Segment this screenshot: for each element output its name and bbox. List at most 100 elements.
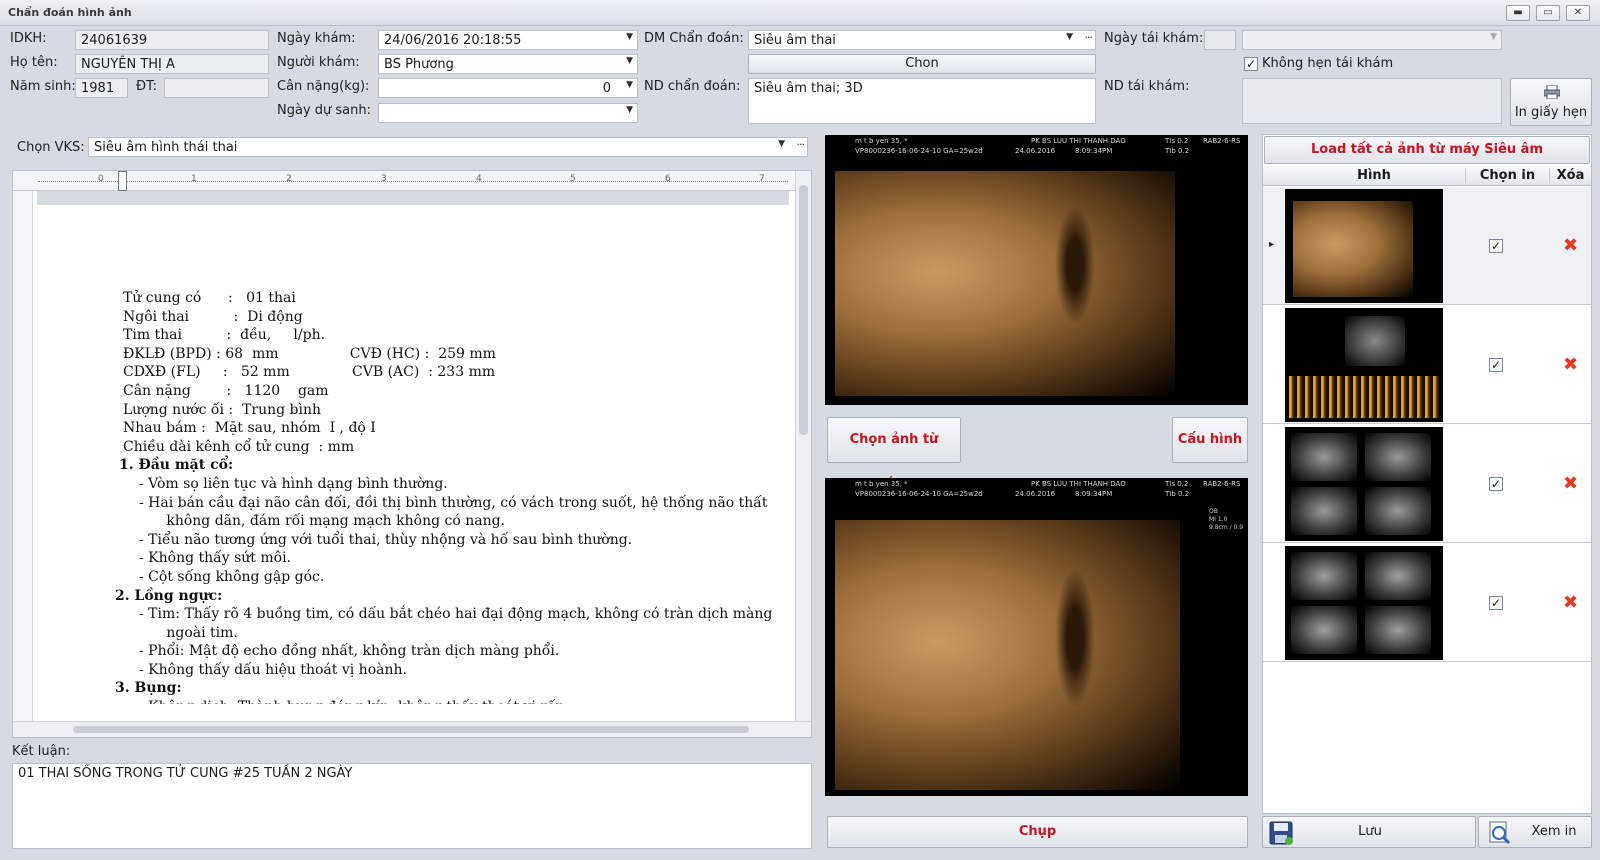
image-row[interactable]: ✓ ✖ (1263, 306, 1591, 424)
image-row[interactable]: ✓ ✖ (1263, 544, 1591, 662)
exam-date-label: Ngày khám: (277, 31, 356, 46)
delete-icon[interactable]: ✖ (1563, 235, 1578, 256)
ruler-number: 7 (759, 174, 765, 184)
row-selected-icon: ▸ (1269, 239, 1275, 250)
report-line: CDXĐ (FL) : 52 mm CVB (AC) : 233 mm (123, 364, 496, 381)
delete-icon[interactable]: ✖ (1563, 354, 1578, 375)
save-button[interactable]: Lưu (1262, 816, 1476, 848)
thumbnail-doppler[interactable] (1285, 308, 1443, 422)
close-button[interactable]: ✕ (1566, 5, 1590, 21)
no-appointment-checkbox[interactable]: ✓ (1244, 57, 1258, 71)
scroll-thumb[interactable] (73, 726, 749, 733)
idkh-field[interactable]: 24061639 (75, 30, 269, 50)
ultrasound-preview-bottom[interactable]: m t b yen 35, * PK BS LUU THI THANH DAO … (825, 478, 1248, 796)
phone-field[interactable] (164, 78, 269, 98)
dropdown-arrow-icon: ▼ (1066, 32, 1073, 42)
ruler-number: 5 (570, 174, 576, 184)
dm-diagnosis-select[interactable]: Siêu âm thai ▼ ··· (748, 30, 1096, 50)
weight-spinner[interactable]: 0 ▼ (378, 78, 638, 98)
save-label: Lưu (1358, 824, 1382, 839)
more-icon[interactable]: ··· (797, 138, 805, 151)
column-delete[interactable]: Xóa (1549, 168, 1591, 183)
window-title: Chẩn đoán hình ảnh (8, 6, 132, 19)
delete-icon[interactable]: ✖ (1563, 592, 1578, 613)
conclusion-textarea[interactable]: 01 THAI SỐNG TRONG TỬ CUNG #25 TUẦN 2 NG… (12, 763, 812, 849)
us-header-study: VP8000236-16-06-24-10 GA=25w2d (855, 147, 983, 155)
report-heading: 2. Lồng ngực: (115, 587, 223, 604)
thumbnail-3d[interactable] (1285, 189, 1443, 303)
report-item: - Hai bán cầu đại não cân đối, đồi thị b… (139, 494, 768, 511)
ruler-number: 1 (191, 174, 197, 184)
thumbnail-quad-view[interactable] (1285, 427, 1443, 541)
us-header-patient: m t b yen 35, * (855, 137, 908, 145)
more-icon[interactable]: ··· (1085, 31, 1093, 44)
print-appointment-button[interactable]: In giấy hẹn (1510, 78, 1592, 126)
revisit-date-label: Ngày tái khám: (1104, 31, 1204, 46)
image-row[interactable]: ▸ ✓ ✖ (1263, 187, 1591, 305)
image-row[interactable]: ✓ ✖ (1263, 425, 1591, 543)
report-body[interactable]: Tử cung có : 01 thai Ngôi thai : Di động… (115, 289, 772, 704)
name-field[interactable]: NGUYỄN THỊ A (75, 54, 269, 74)
image-list-header: Hình Chọn in Xóa (1263, 166, 1591, 186)
dropdown-arrow-icon: ▼ (1490, 32, 1497, 42)
dropdown-arrow-icon: ▼ (626, 56, 633, 66)
indent-marker-icon[interactable] (118, 171, 127, 191)
revisit-content-textarea[interactable] (1242, 78, 1502, 124)
revisit-date-picker[interactable]: ▼ (1242, 30, 1502, 50)
capture-label: Chụp (1018, 824, 1057, 839)
birth-year-field[interactable]: 1981 (75, 78, 128, 98)
birth-year-label: Năm sinh: (10, 79, 76, 94)
scroll-thumb[interactable] (799, 185, 808, 435)
report-item: không dãn, đám rối mạng mạch không có na… (153, 513, 506, 530)
vks-select[interactable]: Siêu âm hình thái thai ▼ ··· (88, 137, 808, 157)
config-button[interactable]: Cấu hình (1172, 417, 1248, 463)
report-horizontal-scrollbar[interactable] (13, 721, 811, 737)
us-3d-render-image (835, 520, 1180, 790)
select-from-machine-button[interactable]: Chọn ảnh từ máy... (827, 417, 961, 491)
capture-button[interactable]: Chụp (827, 816, 1248, 848)
dm-diagnosis-value: Siêu âm thai (754, 33, 836, 48)
ultrasound-preview-top[interactable]: m t b yen 35, * PK BS LUU THI THANH DAO … (825, 135, 1248, 405)
column-image[interactable]: Hình (1283, 168, 1465, 183)
us-mi: MI 1.0 (1209, 516, 1228, 523)
report-item: - Không dịch. Thành bụng đóng kín, không… (139, 698, 772, 704)
delete-icon[interactable]: ✖ (1563, 473, 1578, 494)
due-date-picker[interactable]: ▼ (378, 103, 638, 123)
print-checkbox[interactable]: ✓ (1489, 239, 1503, 253)
due-date-label: Ngày dự sanh: (277, 103, 371, 118)
us-header-time: 8:09:34PM (1075, 147, 1113, 155)
vks-value: Siêu âm hình thái thai (94, 140, 238, 155)
column-print[interactable]: Chọn in (1465, 168, 1549, 183)
print-preview-button[interactable]: Xem in (1478, 816, 1592, 848)
choose-diagnosis-button[interactable]: Chon (748, 54, 1096, 74)
doctor-select[interactable]: BS Phương ▼ (378, 54, 638, 74)
ruler-number: 6 (665, 174, 671, 184)
us-header-clinic: PK BS LUU THI THANH DAO (1031, 480, 1126, 488)
us-header-probe: RAB2-6-RS (1203, 137, 1241, 145)
conclusion-label: Kết luận: (12, 744, 71, 759)
image-list-panel: Load tất cả ảnh từ máy Siêu âm Hình Chọn… (1262, 134, 1592, 814)
name-label: Họ tên: (10, 55, 58, 70)
us-header-date: 24.06.2016 (1015, 147, 1056, 155)
exam-date-picker[interactable]: 24/06/2016 20:18:55 ▼ (378, 30, 638, 50)
us-depth: 9.8cm / 0.9 (1209, 524, 1244, 531)
revisit-date-small-field[interactable] (1204, 30, 1236, 50)
print-checkbox[interactable]: ✓ (1489, 596, 1503, 610)
minimize-button[interactable]: ▬ (1506, 5, 1530, 21)
us-header-clinic: PK BS LUU THI THANH DAO (1031, 137, 1126, 145)
nd-diagnosis-textarea[interactable]: Siêu âm thai; 3D (748, 78, 1096, 124)
maximize-button[interactable]: ▭ (1536, 5, 1560, 21)
thumbnail-quad-view[interactable] (1285, 546, 1443, 660)
doctor-label: Người khám: (277, 55, 360, 70)
horizontal-ruler: 0 1 2 3 4 5 6 7 (13, 171, 811, 191)
print-checkbox[interactable]: ✓ (1489, 477, 1503, 491)
print-checkbox[interactable]: ✓ (1489, 358, 1503, 372)
report-editor[interactable]: 0 1 2 3 4 5 6 7 Tử cung có : 01 thai Ngô… (12, 170, 812, 738)
report-item: - Phổi: Mật độ echo đồng nhất, không trà… (139, 643, 560, 660)
report-line: Ngôi thai : Di động (123, 308, 303, 325)
dm-diagnosis-label: DM Chẩn đoán: (644, 31, 744, 46)
report-vertical-scrollbar[interactable] (795, 171, 811, 721)
report-item: - Tiểu não tương ứng với tuổi thai, thùy… (139, 531, 633, 548)
us-header-date: 24.06.2016 (1015, 490, 1056, 498)
load-all-images-button[interactable]: Load tất cả ảnh từ máy Siêu âm (1264, 136, 1590, 164)
